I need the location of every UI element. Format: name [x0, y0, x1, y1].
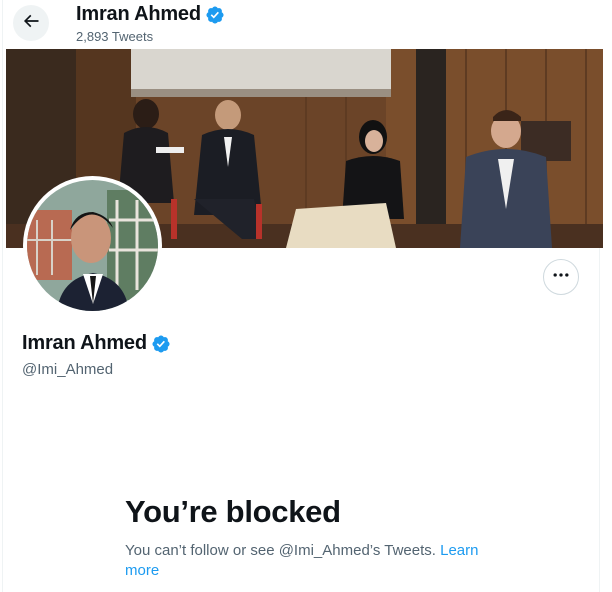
verified-badge-icon	[205, 5, 225, 25]
more-options-icon	[551, 265, 571, 290]
avatar-image	[27, 180, 158, 311]
blocked-message-text: You can’t follow or see @Imi_Ahmed’s Twe…	[125, 542, 436, 559]
profile-handle: @Imi_Ahmed	[22, 361, 114, 378]
profile-name: Imran Ahmed	[22, 332, 147, 354]
arrow-left-icon	[21, 11, 41, 36]
blocked-title: You’re blocked	[125, 494, 341, 529]
more-options-button[interactable]	[543, 259, 579, 295]
back-button[interactable]	[13, 5, 49, 41]
blocked-message: You can’t follow or see @Imi_Ahmed’s Twe…	[125, 541, 495, 581]
header-name-row: Imran Ahmed	[76, 3, 225, 26]
verified-badge-icon	[151, 334, 171, 354]
profile-avatar[interactable]	[23, 176, 162, 315]
header-tweet-count: 2,893 Tweets	[76, 29, 154, 44]
profile-name-row: Imran Ahmed	[22, 332, 171, 355]
header-name: Imran Ahmed	[76, 3, 201, 25]
profile-header-bar: Imran Ahmed 2,893 Tweets	[3, 0, 601, 49]
profile-page: Imran Ahmed 2,893 Tweets Imran Ahmed @Im…	[2, 0, 603, 592]
